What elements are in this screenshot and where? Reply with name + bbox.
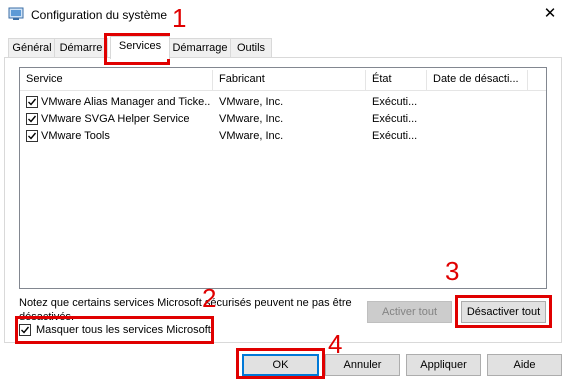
hide-microsoft-services[interactable]: Masquer tous les services Microsoft <box>19 321 211 339</box>
service-state: Exécuti... <box>372 96 418 108</box>
checkmark-icon <box>28 132 37 140</box>
service-checkbox[interactable] <box>26 113 38 125</box>
apply-button[interactable]: Appliquer <box>406 354 481 376</box>
close-button[interactable]: ✕ <box>538 4 562 24</box>
hide-microsoft-services-label[interactable]: Masquer tous les services Microsoft <box>36 323 211 337</box>
column-vendor[interactable]: Fabricant <box>213 68 365 90</box>
tab-tools[interactable]: Outils <box>230 38 272 58</box>
tab-general[interactable]: Général <box>8 38 56 58</box>
disable-all-button[interactable]: Désactiver tout <box>461 301 546 323</box>
annotation-number: 3 <box>445 256 460 286</box>
ok-button[interactable]: OK <box>242 354 319 376</box>
annotation-number: 1 <box>172 3 187 33</box>
tab-services[interactable]: Services <box>110 36 170 59</box>
service-disable-date <box>433 128 523 145</box>
annotation-number: 2 <box>202 283 217 313</box>
services-list[interactable]: Service Fabricant État Date de désacti..… <box>19 67 547 289</box>
column-state[interactable]: État <box>366 68 426 90</box>
service-state: Exécuti... <box>372 130 418 142</box>
service-disable-date <box>433 111 523 128</box>
tab-boot[interactable]: Démarre <box>54 38 108 58</box>
service-checkbox[interactable] <box>26 130 38 142</box>
service-vendor: VMware, Inc. <box>219 130 284 142</box>
column-service[interactable]: Service <box>20 68 212 90</box>
service-state: Exécuti... <box>372 113 418 125</box>
hide-microsoft-services-checkbox[interactable] <box>19 324 31 336</box>
checkmark-icon <box>21 326 30 334</box>
table-row[interactable]: VMware Tools VMware, Inc. Exécuti... <box>20 128 546 145</box>
service-name: VMware Tools <box>41 130 110 142</box>
checkmark-icon <box>28 98 37 106</box>
column-divider[interactable] <box>527 70 528 90</box>
list-header: Service Fabricant État Date de désacti..… <box>20 68 546 91</box>
annotation-number: 4 <box>328 329 343 359</box>
enable-all-button[interactable]: Activer tout <box>367 301 452 323</box>
service-vendor: VMware, Inc. <box>219 113 284 125</box>
title-bar: Configuration du système ✕ <box>0 0 568 30</box>
checkmark-icon <box>28 115 37 123</box>
close-icon: ✕ <box>543 5 557 22</box>
table-row[interactable]: VMware SVGA Helper Service VMware, Inc. … <box>20 111 546 128</box>
service-checkbox[interactable] <box>26 96 38 108</box>
tab-startup[interactable]: Démarrage <box>168 38 232 58</box>
service-vendor: VMware, Inc. <box>219 96 284 108</box>
table-row[interactable]: VMware Alias Manager and Ticke... VMware… <box>20 94 546 111</box>
service-name: VMware Alias Manager and Ticke... <box>41 96 211 108</box>
system-config-icon <box>8 7 24 20</box>
service-name: VMware SVGA Helper Service <box>41 113 190 125</box>
window-title: Configuration du système <box>31 8 168 22</box>
service-disable-date <box>433 94 523 111</box>
column-disable-date[interactable]: Date de désacti... <box>427 68 527 90</box>
microsoft-services-notice: Notez que certains services Microsoft sé… <box>19 297 352 323</box>
help-button[interactable]: Aide <box>487 354 562 376</box>
